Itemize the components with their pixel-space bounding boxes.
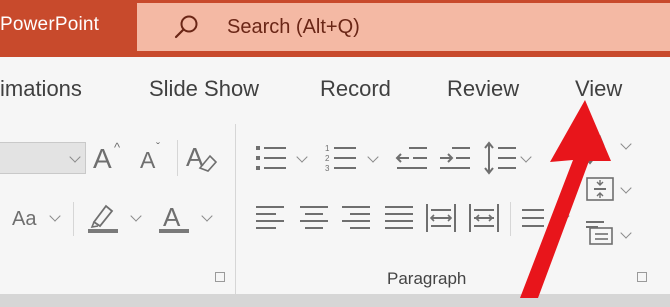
divider	[510, 202, 511, 236]
paragraph-group-label: Paragraph	[387, 269, 467, 288]
title-bar: PowerPoint Search (Alt+Q)	[0, 0, 670, 57]
svg-text:1: 1	[325, 144, 330, 153]
svg-text:A: A	[594, 133, 605, 150]
ribbon-bottom-border	[0, 294, 670, 307]
paragraph-dialog-launcher-icon[interactable]	[637, 272, 647, 282]
divider	[177, 140, 178, 176]
tab-record[interactable]: Record	[320, 76, 391, 102]
text-columns-icon[interactable]	[520, 206, 546, 232]
search-icon	[174, 15, 198, 39]
font-dialog-launcher-icon[interactable]	[215, 272, 225, 282]
decrease-indent-icon[interactable]	[395, 142, 429, 174]
group-divider	[235, 124, 236, 294]
font-color-swatch	[159, 229, 189, 233]
clear-formatting-icon[interactable]: A	[184, 142, 218, 174]
numbering-icon[interactable]: 1 2 3	[324, 142, 358, 174]
change-case-button[interactable]: Aa	[12, 208, 36, 231]
tab-slide-show[interactable]: Slide Show	[149, 76, 259, 102]
convert-to-smartart-icon[interactable]	[584, 218, 616, 248]
svg-text:2: 2	[325, 154, 330, 163]
increase-indent-icon[interactable]	[438, 142, 472, 174]
divider	[73, 202, 74, 236]
justify-icon[interactable]	[383, 204, 415, 232]
increase-caret-icon: ^	[114, 140, 121, 155]
search-box[interactable]: Search (Alt+Q)	[137, 3, 670, 51]
decrease-font-size-button[interactable]: A	[140, 147, 155, 174]
tab-review[interactable]: Review	[447, 76, 519, 102]
tab-view[interactable]: View	[575, 76, 622, 102]
align-left-icon[interactable]	[254, 204, 286, 232]
align-text-icon[interactable]	[584, 174, 616, 204]
tab-animations[interactable]: imations	[0, 76, 82, 102]
svg-text:3: 3	[325, 164, 330, 173]
distributed-icon[interactable]	[425, 202, 457, 234]
line-spacing-icon[interactable]	[482, 140, 518, 176]
text-direction-icon[interactable]: A	[584, 128, 614, 168]
chevron-down-icon	[69, 151, 81, 163]
bullets-icon[interactable]	[254, 142, 288, 174]
ribbon-tabs: imations Slide Show Record Review View	[0, 57, 670, 117]
highlighter-icon[interactable]	[86, 200, 120, 234]
increase-font-size-button[interactable]: A	[93, 143, 112, 175]
align-right-icon[interactable]	[340, 204, 372, 232]
columns-icon[interactable]	[468, 202, 500, 234]
search-label: Search (Alt+Q)	[227, 16, 360, 38]
font-size-combo[interactable]	[0, 142, 86, 174]
app-name: PowerPoint	[0, 14, 100, 35]
align-center-icon[interactable]	[298, 204, 330, 232]
decrease-caret-icon: ˇ	[156, 140, 160, 154]
